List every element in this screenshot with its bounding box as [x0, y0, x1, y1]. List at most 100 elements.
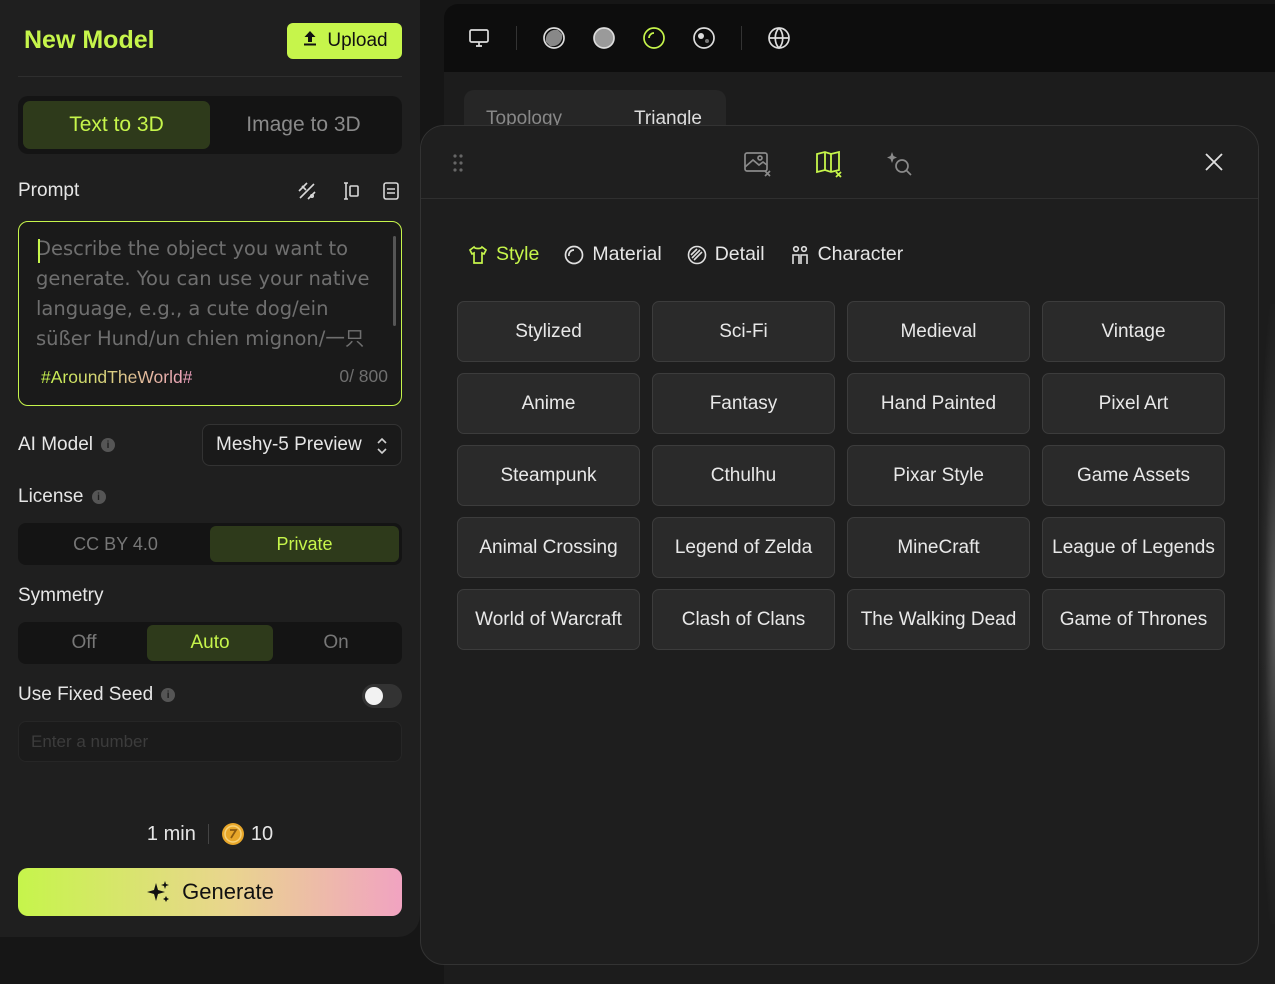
shaded-sphere-icon[interactable]	[541, 25, 567, 51]
tab-image-to-3d[interactable]: Image to 3D	[210, 101, 397, 149]
tab-detail-label: Detail	[714, 243, 765, 265]
material-sphere-icon[interactable]	[691, 25, 717, 51]
char-counter: 0/ 800	[339, 366, 388, 386]
solid-sphere-icon[interactable]	[591, 25, 617, 51]
symmetry-toggle: Off Auto On	[18, 622, 402, 664]
detail-icon	[687, 245, 707, 264]
style-option[interactable]: Legend of Zelda	[652, 517, 835, 578]
tab-style[interactable]: Style	[467, 243, 539, 266]
style-option[interactable]: MineCraft	[847, 517, 1030, 578]
magic-search-icon[interactable]	[883, 147, 915, 179]
symmetry-auto[interactable]: Auto	[147, 625, 273, 661]
sphere-icon	[565, 245, 584, 264]
upload-icon	[301, 29, 319, 53]
style-option[interactable]: Steampunk	[457, 445, 640, 506]
mode-toggle: Text to 3D Image to 3D	[18, 96, 402, 154]
document-icon[interactable]	[380, 180, 402, 202]
page-title: New Model	[24, 26, 155, 54]
divider	[207, 824, 209, 844]
seed-label-text: Use Fixed Seed	[18, 684, 154, 705]
sparkle-icon	[147, 881, 170, 902]
viewer-toolbar	[444, 4, 1275, 72]
time-estimate: 1 min	[146, 822, 196, 845]
toolbar-divider	[516, 26, 517, 50]
coin-icon	[221, 823, 244, 845]
style-option[interactable]: Anime	[457, 373, 640, 434]
style-option[interactable]: Pixar Style	[847, 445, 1030, 506]
close-icon[interactable]	[1202, 150, 1226, 174]
info-icon[interactable]: i	[100, 438, 115, 452]
magic-wand-icon[interactable]	[296, 180, 318, 202]
credit-cost: 10	[221, 822, 273, 846]
info-icon[interactable]: i	[161, 688, 176, 702]
style-option[interactable]: Clash of Clans	[652, 589, 835, 650]
fixed-seed-switch[interactable]	[362, 684, 402, 708]
style-option[interactable]: Medieval	[847, 301, 1030, 362]
symmetry-off[interactable]: Off	[21, 625, 147, 661]
style-option[interactable]: World of Warcraft	[457, 589, 640, 650]
tab-text-to-3d[interactable]: Text to 3D	[23, 101, 210, 149]
style-option[interactable]: League of Legends	[1042, 517, 1225, 578]
style-grid: Stylized Sci-Fi Medieval Vintage Anime F…	[457, 301, 1225, 650]
style-option[interactable]: Animal Crossing	[457, 517, 640, 578]
prompt-tag[interactable]: #AroundTheWorld#	[41, 367, 192, 388]
text-cursor-icon[interactable]	[338, 180, 360, 202]
style-option[interactable]: Cthulhu	[652, 445, 835, 506]
panel-header: New Model Upload	[18, 22, 402, 62]
tab-detail[interactable]: Detail	[686, 243, 765, 266]
style-option[interactable]: Pixel Art	[1042, 373, 1225, 434]
license-private[interactable]: Private	[210, 526, 399, 562]
upload-label: Upload	[327, 30, 388, 51]
ai-model-value: Meshy-5 Preview	[216, 434, 362, 455]
prompt-scrollbar[interactable]	[393, 236, 396, 326]
ai-model-label: AI Model i	[18, 434, 115, 456]
style-option[interactable]: Fantasy	[652, 373, 835, 434]
shirt-icon	[468, 245, 488, 264]
license-label-text: License	[18, 486, 84, 507]
generate-button[interactable]: Generate	[18, 868, 402, 916]
symmetry-label: Symmetry	[18, 585, 104, 607]
style-book-icon[interactable]	[813, 147, 845, 179]
upload-button[interactable]: Upload	[287, 23, 402, 59]
seed-label: Use Fixed Seed i	[18, 684, 176, 706]
tab-material-label: Material	[592, 243, 662, 265]
style-option[interactable]: The Walking Dead	[847, 589, 1030, 650]
tab-character[interactable]: Character	[789, 243, 904, 266]
tab-style-label: Style	[496, 243, 540, 265]
symmetry-label-text: Symmetry	[18, 585, 104, 606]
style-option[interactable]: Game Assets	[1042, 445, 1225, 506]
ai-model-label-text: AI Model	[18, 434, 93, 455]
chevron-updown-icon	[377, 437, 387, 455]
style-option[interactable]: Stylized	[457, 301, 640, 362]
prompt-tools	[296, 180, 402, 202]
people-icon	[791, 245, 808, 264]
tab-material[interactable]: Material	[563, 243, 662, 266]
ai-model-select[interactable]: Meshy-5 Preview	[202, 424, 402, 466]
prompt-label: Prompt	[18, 180, 80, 201]
license-label: License i	[18, 486, 106, 508]
prompt-box: #AroundTheWorld# 0/ 800	[18, 221, 402, 406]
style-option[interactable]: Sci-Fi	[652, 301, 835, 362]
category-tabs: Style Material Detail Character	[467, 243, 903, 266]
prompt-input[interactable]	[36, 234, 381, 354]
style-option[interactable]: Vintage	[1042, 301, 1225, 362]
cost-row: 1 min 10	[0, 822, 420, 846]
tab-character-label: Character	[817, 243, 904, 265]
3d-model-preview[interactable]	[1259, 304, 1275, 924]
toolbar-divider	[741, 26, 742, 50]
style-option[interactable]: Game of Thrones	[1042, 589, 1225, 650]
monitor-icon[interactable]	[466, 25, 492, 51]
license-cc-by[interactable]: CC BY 4.0	[21, 526, 210, 562]
symmetry-on[interactable]: On	[273, 625, 399, 661]
wire-sphere-icon[interactable]	[641, 25, 667, 51]
popup-header	[421, 126, 1258, 199]
drag-handle-icon[interactable]	[451, 153, 465, 173]
seed-input[interactable]	[18, 721, 402, 762]
info-icon[interactable]: i	[91, 490, 106, 504]
text-caret	[38, 239, 40, 263]
divider	[18, 76, 402, 77]
image-tool-icon[interactable]	[741, 147, 773, 179]
left-panel: New Model Upload Text to 3D Image to 3D …	[0, 0, 420, 937]
style-option[interactable]: Hand Painted	[847, 373, 1030, 434]
globe-icon[interactable]	[766, 25, 792, 51]
